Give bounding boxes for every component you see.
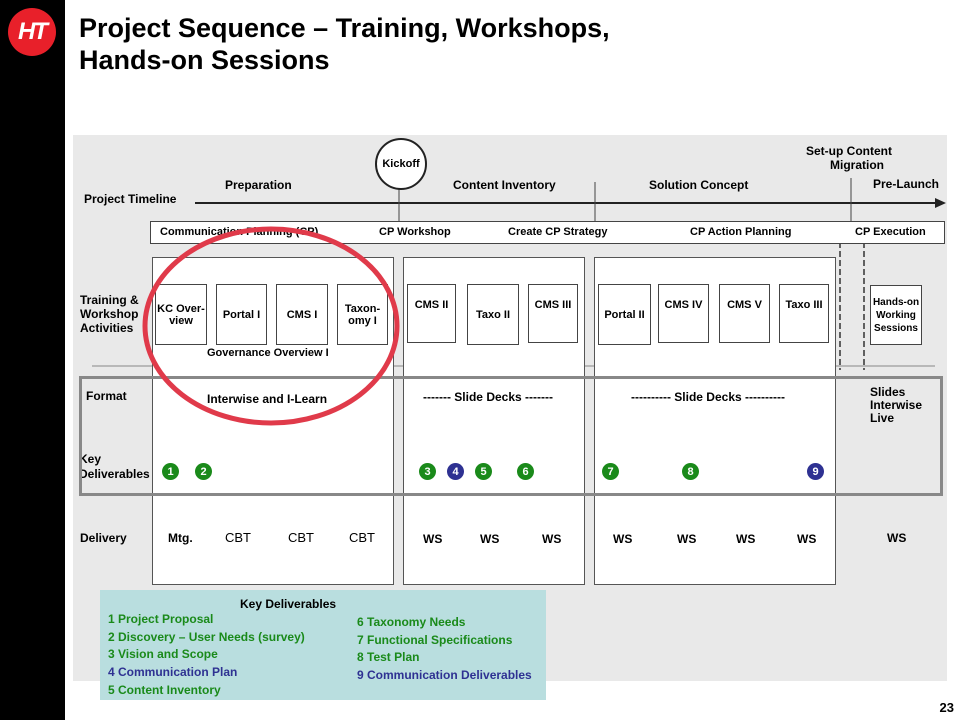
deliverable-badge: 9 (807, 463, 824, 480)
deliverable-badge: 5 (475, 463, 492, 480)
format-slide-decks-1: ------- Slide Decks ------- (423, 390, 553, 404)
delivery-item: WS (613, 532, 633, 546)
phase-pre-launch: Pre-Launch (873, 177, 940, 191)
legend-item: 2 Discovery – User Needs (survey) (108, 630, 305, 644)
legend-item: 8 Test Plan (357, 650, 420, 664)
deliverable-badge: 6 (517, 463, 534, 480)
delivery-item: WS (423, 532, 443, 546)
kickoff-milestone: Kickoff (375, 138, 427, 190)
phase-content-inventory: Content Inventory (453, 178, 556, 192)
cp-item: CP Execution (855, 226, 926, 238)
hands-line-3: Sessions (874, 322, 918, 334)
page-number: 23 (939, 700, 954, 715)
project-timeline-label: Project Timeline (84, 192, 177, 206)
session-portal-2: Portal II (598, 284, 651, 345)
deliverable-badge: 8 (682, 463, 699, 480)
delivery-item: CBT (225, 530, 251, 545)
deliverable-badge: 3 (419, 463, 436, 480)
delivery-item: WS (736, 532, 756, 546)
training-line-2: Workshop (80, 307, 139, 321)
delivery-item: Mtg. (168, 531, 193, 545)
setup-line-2: Migration (830, 158, 884, 172)
format-live: Slides Interwise Live (870, 386, 922, 425)
delivery-item: WS (677, 532, 697, 546)
legend-item: 9 Communication Deliverables (357, 668, 532, 682)
setup-line-1: Set-up Content (806, 144, 892, 158)
deliverable-badge: 7 (602, 463, 619, 480)
format-slide-decks-2: ---------- Slide Decks ---------- (631, 390, 785, 404)
hands-line-1: Hands-on (872, 296, 920, 308)
hands-line-2: Working (876, 309, 916, 321)
legend-item: 5 Content Inventory (108, 683, 221, 697)
legend-item: 7 Functional Specifications (357, 633, 513, 647)
highlight-ellipse (142, 226, 400, 426)
delivery-item: WS (887, 531, 907, 545)
deliverable-badge: 2 (195, 463, 212, 480)
session-hands-on: Hands-on Working Sessions (870, 285, 922, 345)
legend-item: 4 Communication Plan (108, 665, 238, 679)
key-deliverables-legend: Key Deliverables 1 Project Proposal 2 Di… (100, 590, 546, 700)
delivery-item: CBT (288, 530, 314, 545)
session-taxo-3: Taxo III (779, 284, 829, 343)
training-line-3: Activities (80, 321, 134, 335)
delivery-item: WS (797, 532, 817, 546)
training-activities-label: Training & Workshop Activities (80, 293, 139, 335)
phase-preparation: Preparation (225, 178, 292, 192)
legend-heading: Key Deliverables (240, 597, 337, 611)
cp-item: CP Action Planning (690, 226, 792, 238)
session-cms-3: CMS III (528, 284, 578, 343)
deliverable-badge: 1 (162, 463, 179, 480)
cp-item: Create CP Strategy (508, 226, 608, 238)
session-taxo-2: Taxo II (467, 284, 519, 345)
format-live-text: Live (870, 411, 895, 425)
session-cms-5: CMS V (719, 284, 770, 343)
timeline-arrowhead (935, 198, 946, 208)
delivery-label: Delivery (80, 531, 127, 545)
session-cms-2: CMS II (407, 284, 456, 343)
legend-item: 6 Taxonomy Needs (357, 615, 466, 629)
delivery-item: WS (480, 532, 500, 546)
legend-item: 3 Vision and Scope (108, 647, 218, 661)
phase-setup-migration: Set-up Content Migration (806, 144, 892, 172)
delivery-item: CBT (349, 530, 375, 545)
phase-solution-concept: Solution Concept (649, 178, 749, 192)
session-cms-4: CMS IV (658, 284, 709, 343)
training-line-1: Training & (80, 293, 139, 307)
delivery-item: WS (542, 532, 562, 546)
deliverable-badge: 4 (447, 463, 464, 480)
legend-item: 1 Project Proposal (108, 612, 214, 626)
